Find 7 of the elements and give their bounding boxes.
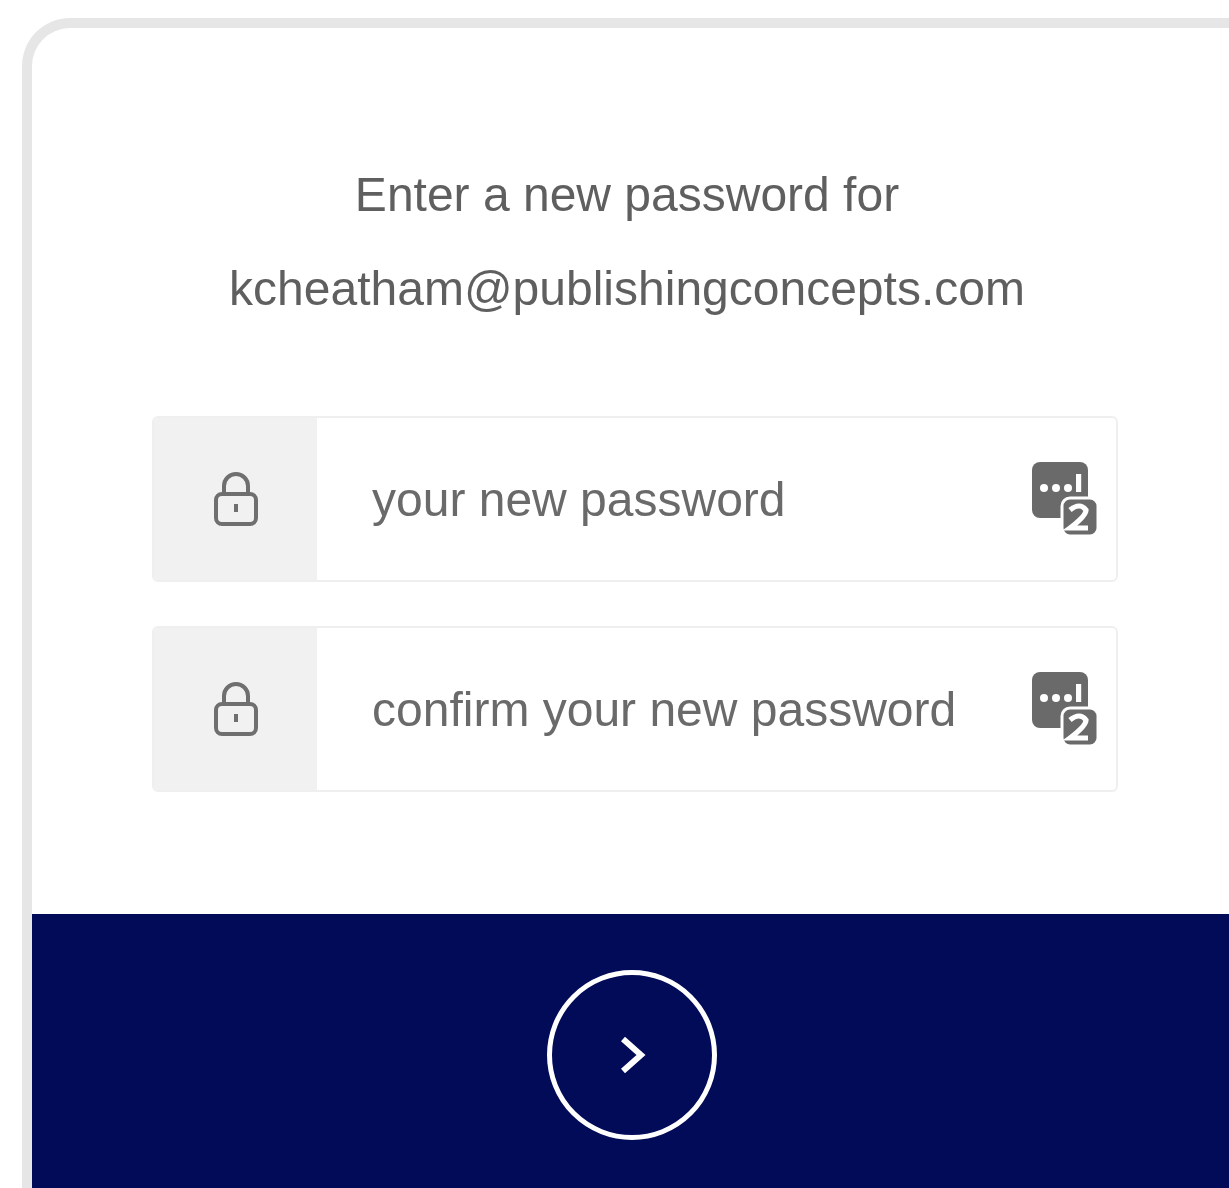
prompt-text: Enter a new password for [354,167,900,223]
password-field[interactable]: confirm your new password [152,626,1118,792]
password-manager-icon[interactable] [1032,672,1098,746]
password-field[interactable]: your new password [152,416,1118,582]
password-manager-icon[interactable] [1032,462,1098,536]
next-button[interactable] [547,970,717,1140]
email-text: kcheatham@publishingconcepts.com [229,261,1025,317]
